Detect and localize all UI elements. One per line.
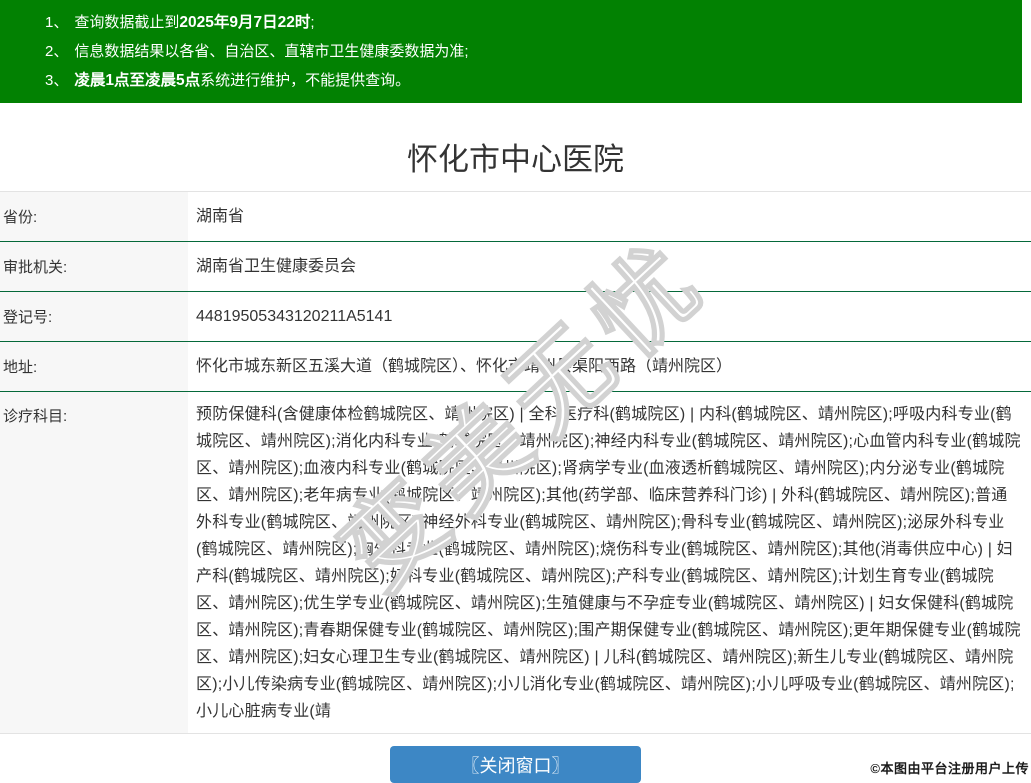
table-row-address: 地址: 怀化市城东新区五溪大道（鹤城院区）、怀化市靖州县渠阳西路（靖州院区） [0, 342, 1031, 392]
notice-text: ; [310, 14, 315, 31]
notice-number: 2、 [45, 43, 69, 60]
row-value: 预防保健科(含健康体检鹤城院区、靖州院区) | 全科医疗科(鹤城院区) | 内科… [196, 406, 1021, 720]
table-row-medical-departments: 诊疗科目: 预防保健科(含健康体检鹤城院区、靖州院区) | 全科医疗科(鹤城院区… [0, 392, 1031, 734]
row-label: 地址: [0, 342, 188, 391]
row-label: 登记号: [0, 292, 188, 341]
row-value: 怀化市城东新区五溪大道（鹤城院区）、怀化市靖州县渠阳西路（靖州院区） [196, 358, 733, 375]
notice-text: 查询数据截止到 [74, 14, 180, 31]
row-label: 省份: [0, 192, 188, 241]
table-row-approval-authority: 审批机关: 湖南省卫生健康委员会 [0, 242, 1031, 292]
notice-line-1: 1、 查询数据截止到2025年9月7日22时; [45, 8, 1022, 37]
table-row-province: 省份: 湖南省 [0, 192, 1031, 242]
table-row-registration-number: 登记号: 44819505343120211A5141 [0, 292, 1031, 342]
notice-bold-text: 凌晨1点至凌晨5点 [74, 72, 201, 89]
notice-number: 1、 [45, 14, 69, 31]
uploader-credit-watermark: ©本图由平台注册用户上传 [870, 761, 1029, 776]
notice-number: 3、 [45, 72, 69, 89]
close-window-button[interactable]: 〖关闭窗口〗 [390, 746, 641, 783]
notice-line-2: 2、 信息数据结果以各省、自治区、直辖市卫生健康委数据为准; [45, 37, 1022, 66]
notice-text: 信息数据结果以各省、自治区、直辖市卫生健康委数据为准; [74, 43, 469, 60]
notice-banner: 1、 查询数据截止到2025年9月7日22时; 2、 信息数据结果以各省、自治区、直… [0, 0, 1022, 103]
notice-bold-text: 2025年9月7日22时 [179, 14, 311, 31]
row-value: 湖南省 [196, 208, 245, 225]
notice-line-3: 3、 凌晨1点至凌晨5点系统进行维护，不能提供查询。 [45, 66, 1022, 95]
page-title: 怀化市中心医院 [407, 142, 624, 177]
row-value: 湖南省卫生健康委员会 [196, 258, 357, 275]
row-label: 诊疗科目: [0, 392, 188, 733]
notice-text: 系统进行维护，不能提供查询。 [200, 72, 411, 89]
row-value: 44819505343120211A5141 [196, 308, 393, 325]
hospital-info-table: 省份: 湖南省 审批机关: 湖南省卫生健康委员会 登记号: 4481950534… [0, 191, 1031, 734]
row-label: 审批机关: [0, 242, 188, 291]
